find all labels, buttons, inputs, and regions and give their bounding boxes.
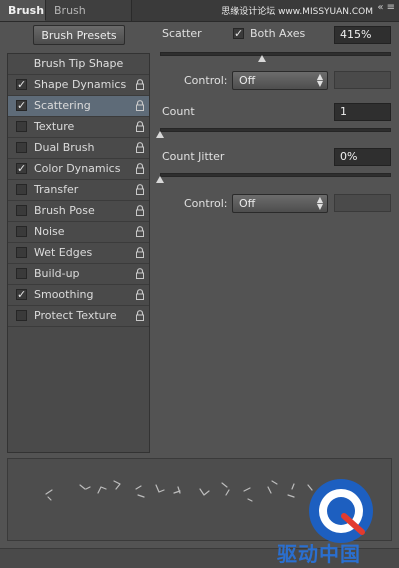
option-row[interactable]: ✓ Shape Dynamics xyxy=(8,75,149,96)
option-label: Wet Edges xyxy=(34,246,93,259)
option-label: Shape Dynamics xyxy=(34,78,127,91)
option-row[interactable]: Brush Pose xyxy=(8,201,149,222)
control-label-2: Control: xyxy=(184,197,228,210)
count-jitter-value-field[interactable]: 0% xyxy=(334,148,391,166)
updown-arrow-icon: ▲ ▼ xyxy=(316,195,323,211)
option-label: Brush Pose xyxy=(34,204,95,217)
site-watermark: 思缘设计论坛 www.MISSYUAN.COM xyxy=(221,7,373,17)
lock-icon[interactable] xyxy=(135,79,145,90)
tab-brush-presets[interactable]: Brush Presets xyxy=(46,0,132,38)
option-row[interactable]: ✓ Scattering xyxy=(8,96,149,117)
option-label: Transfer xyxy=(34,183,79,196)
option-row[interactable]: ✓ Color Dynamics xyxy=(8,159,149,180)
lock-icon[interactable] xyxy=(135,163,145,174)
control-extra-field xyxy=(334,71,391,89)
both-axes-checkbox[interactable]: ✓ xyxy=(233,28,244,39)
count-value-field[interactable]: 1 xyxy=(334,103,391,121)
option-row[interactable]: Wet Edges xyxy=(8,243,149,264)
option-checkbox[interactable]: ✓ xyxy=(16,100,27,111)
option-checkbox[interactable]: ✓ xyxy=(16,79,27,90)
option-row[interactable]: Noise xyxy=(8,222,149,243)
option-label: Noise xyxy=(34,225,65,238)
count-jitter-label: Count Jitter xyxy=(162,150,225,163)
lock-icon[interactable] xyxy=(135,268,145,279)
panel-menu-icon[interactable]: « ≡ xyxy=(377,2,395,13)
site-logo-image xyxy=(309,479,373,543)
control-select-value: Off xyxy=(239,74,256,87)
lock-icon[interactable] xyxy=(135,289,145,300)
option-row[interactable]: Dual Brush xyxy=(8,138,149,159)
scatter-value-field[interactable]: 415% xyxy=(334,26,391,44)
control-label: Control: xyxy=(184,74,228,87)
count-slider-thumb[interactable] xyxy=(156,131,164,138)
lock-icon[interactable] xyxy=(135,121,145,132)
control-extra-field-2 xyxy=(334,194,391,212)
option-row[interactable]: Transfer xyxy=(8,180,149,201)
count-label: Count xyxy=(162,105,195,118)
option-checkbox[interactable] xyxy=(16,205,27,216)
scatter-slider-thumb[interactable] xyxy=(257,55,266,62)
lock-icon[interactable] xyxy=(135,205,145,216)
option-row[interactable]: ✓ Smoothing xyxy=(8,285,149,306)
lock-icon[interactable] xyxy=(135,247,145,258)
option-label: Texture xyxy=(34,120,75,133)
scatter-slider-track[interactable] xyxy=(160,52,391,56)
count-jitter-slider-track[interactable] xyxy=(160,173,391,177)
both-axes-label: Both Axes xyxy=(250,27,306,40)
lock-icon[interactable] xyxy=(135,142,145,153)
option-row[interactable]: Build-up xyxy=(8,264,149,285)
brush-options-list: Brush Tip Shape ✓ Shape Dynamics ✓ Scatteri… xyxy=(7,53,150,453)
count-slider-track[interactable] xyxy=(160,128,391,132)
option-checkbox[interactable] xyxy=(16,142,27,153)
lock-icon[interactable] xyxy=(135,310,145,321)
option-label: Smoothing xyxy=(34,288,94,301)
option-checkbox[interactable] xyxy=(16,121,27,132)
lock-icon[interactable] xyxy=(135,184,145,195)
option-label: Build-up xyxy=(34,267,80,280)
option-checkbox[interactable]: ✓ xyxy=(16,163,27,174)
option-label: Dual Brush xyxy=(34,141,95,154)
option-checkbox[interactable] xyxy=(16,247,27,258)
site-watermark-cn: 驱动中国 xyxy=(277,542,361,566)
lock-icon[interactable] xyxy=(135,226,145,237)
option-checkbox[interactable] xyxy=(16,310,27,321)
control-select[interactable]: Off ▲ ▼ xyxy=(232,71,328,90)
option-label: Color Dynamics xyxy=(34,162,121,175)
option-checkbox[interactable]: ✓ xyxy=(16,289,27,300)
lock-icon[interactable] xyxy=(135,100,145,111)
count-jitter-slider-thumb[interactable] xyxy=(156,176,164,183)
scatter-label: Scatter xyxy=(162,27,202,40)
option-row[interactable]: Texture xyxy=(8,117,149,138)
option-label: Protect Texture xyxy=(34,309,117,322)
updown-arrow-icon: ▲ ▼ xyxy=(316,72,323,88)
option-checkbox[interactable] xyxy=(16,184,27,195)
control-select-2[interactable]: Off ▲ ▼ xyxy=(232,194,328,213)
brush-presets-button[interactable]: Brush Presets xyxy=(33,25,125,45)
option-row[interactable]: Protect Texture xyxy=(8,306,149,327)
brush-tip-shape-item[interactable]: Brush Tip Shape xyxy=(8,54,149,75)
option-label: Scattering xyxy=(34,99,91,112)
option-checkbox[interactable] xyxy=(16,268,27,279)
tab-brush[interactable]: Brush xyxy=(0,0,46,21)
control-select-2-value: Off xyxy=(239,197,256,210)
option-checkbox[interactable] xyxy=(16,226,27,237)
